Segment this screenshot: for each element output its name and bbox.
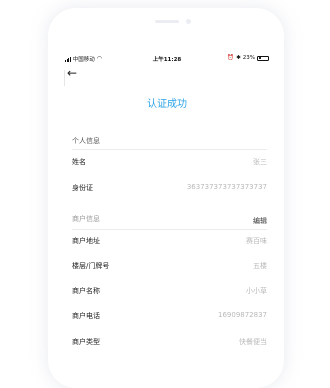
merchant-info-header: 商户信息 bbox=[72, 215, 100, 223]
row-floor-number: 楼层/门牌号 五楼 bbox=[72, 261, 267, 275]
row-label: 商户类型 bbox=[72, 338, 100, 346]
row-value: 张三 bbox=[253, 158, 267, 166]
row-label: 身份证 bbox=[72, 184, 93, 192]
row-merchant-type: 商户类型 快餐便当 bbox=[72, 337, 267, 351]
edit-button[interactable]: 编辑 bbox=[253, 216, 267, 226]
row-label: 商户电话 bbox=[72, 312, 100, 320]
row-merchant-name: 商户名称 小小草 bbox=[72, 286, 267, 300]
phone-speaker bbox=[155, 20, 179, 23]
merchant-info-divider bbox=[72, 229, 267, 230]
personal-info-divider bbox=[72, 149, 267, 150]
row-value: 363737373737373737 bbox=[186, 183, 267, 191]
battery-percent: 23% bbox=[242, 55, 255, 61]
status-right: ⏰ ✱ 23% bbox=[227, 55, 269, 61]
row-label: 楼层/门牌号 bbox=[72, 262, 110, 270]
bluetooth-icon: ✱ bbox=[236, 55, 241, 61]
phone-camera bbox=[186, 19, 191, 24]
page-title: 认证成功 bbox=[147, 99, 187, 110]
row-label: 姓名 bbox=[72, 158, 86, 166]
row-merchant-address: 商户地址 赛百味 bbox=[72, 236, 267, 250]
row-label: 商户地址 bbox=[72, 237, 100, 245]
back-button[interactable]: ← bbox=[64, 66, 80, 80]
status-bar: 中国移动 ◠ 上午11:28 ⏰ ✱ 23% bbox=[62, 55, 272, 65]
battery-fill bbox=[258, 57, 261, 59]
row-id-card: 身份证 363737373737373737 bbox=[72, 183, 267, 197]
row-name: 姓名 张三 bbox=[72, 157, 267, 171]
row-value: 五楼 bbox=[253, 262, 267, 270]
row-merchant-phone: 商户电话 16909872837 bbox=[72, 311, 267, 325]
alarm-icon: ⏰ bbox=[227, 55, 235, 61]
row-value: 小小草 bbox=[246, 287, 267, 295]
row-value: 16909872837 bbox=[218, 311, 267, 319]
row-value: 快餐便当 bbox=[239, 338, 267, 346]
personal-info-header: 个人信息 bbox=[72, 137, 100, 145]
row-value: 赛百味 bbox=[246, 237, 267, 245]
app-screen: 中国移动 ◠ 上午11:28 ⏰ ✱ 23% ← 认证成功 个人信息 姓名 张三… bbox=[62, 50, 272, 368]
battery-icon bbox=[257, 55, 269, 61]
row-label: 商户名称 bbox=[72, 287, 100, 295]
arrow-left-icon: ← bbox=[66, 66, 78, 80]
